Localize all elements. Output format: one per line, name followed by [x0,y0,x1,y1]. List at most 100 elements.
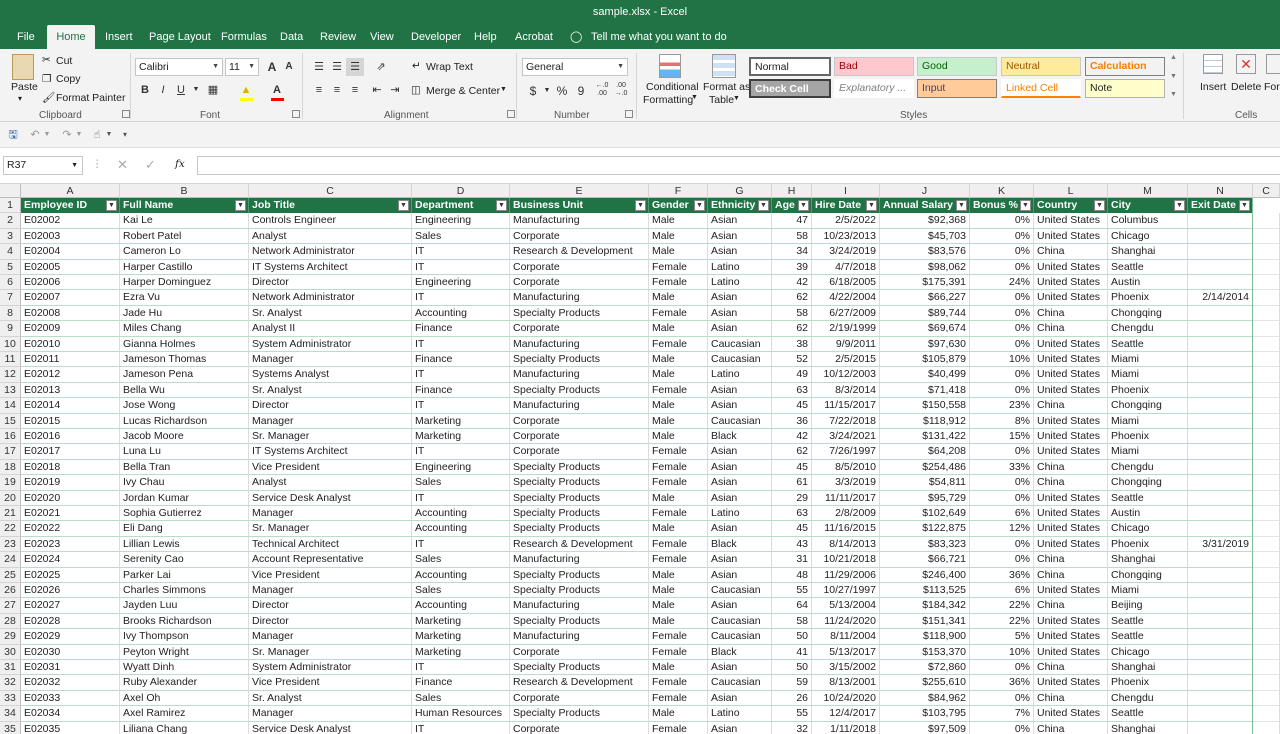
table-cell[interactable]: E02024 [21,552,120,568]
table-cell[interactable]: $66,227 [880,290,970,306]
table-header-cell[interactable]: Business Unit ▼ [510,198,649,214]
table-cell[interactable]: Corporate [510,721,649,734]
row-header[interactable]: 33 [0,690,21,707]
align-right-icon[interactable]: ≡ [346,81,364,99]
table-cell[interactable]: Finance [412,382,510,399]
table-cell[interactable]: Marketing [412,629,510,645]
table-cell[interactable]: E02002 [21,213,120,229]
row-header[interactable]: 9 [0,321,21,337]
table-cell[interactable]: Parker Lai [120,567,249,583]
table-cell[interactable]: 45 [772,398,812,414]
table-cell[interactable]: China [1034,305,1108,322]
table-cell[interactable]: Specialty Products [510,352,649,368]
table-cell[interactable]: Male [649,213,708,229]
empty-cell[interactable] [1253,644,1280,660]
table-cell[interactable]: Asian [708,721,772,734]
row-header[interactable]: 30 [0,644,21,660]
table-cell[interactable] [1188,367,1253,383]
table-cell[interactable]: Human Resources [412,706,510,722]
table-cell[interactable]: Charles Simmons [120,583,249,599]
table-cell[interactable]: Miami [1108,352,1188,368]
table-cell[interactable]: China [1034,244,1108,260]
table-cell[interactable]: Jade Hu [120,305,249,322]
empty-cell[interactable] [1253,429,1280,445]
table-cell[interactable]: Ivy Thompson [120,629,249,645]
column-header-b[interactable]: B [120,184,249,198]
table-cell[interactable]: Manager [249,706,412,722]
table-cell[interactable]: Manufacturing [510,367,649,383]
column-header-g[interactable]: G [708,184,772,198]
table-cell[interactable]: E02014 [21,398,120,414]
table-cell[interactable]: 4/22/2004 [812,290,880,306]
table-cell[interactable]: E02020 [21,490,120,506]
table-cell[interactable]: 3/15/2002 [812,660,880,676]
table-cell[interactable]: Male [649,598,708,614]
table-cell[interactable]: $92,368 [880,213,970,229]
table-cell[interactable]: E02031 [21,660,120,676]
table-cell[interactable]: Asian [708,290,772,306]
empty-cell[interactable] [1253,690,1280,707]
table-cell[interactable]: 23% [970,398,1034,414]
table-cell[interactable]: $84,962 [880,690,970,707]
table-cell[interactable]: Manufacturing [510,290,649,306]
filter-dropdown-icon[interactable]: ▼ [956,200,967,211]
table-cell[interactable]: Technical Architect [249,536,412,553]
table-cell[interactable]: Analyst II [249,321,412,337]
tab-data[interactable]: Data [280,25,303,49]
table-cell[interactable]: Vice President [249,675,412,691]
row-header[interactable]: 2 [0,213,21,229]
table-cell[interactable]: Phoenix [1108,382,1188,399]
table-cell[interactable]: Research & Development [510,675,649,691]
table-cell[interactable]: Chengdu [1108,690,1188,707]
table-cell[interactable]: E02027 [21,598,120,614]
table-cell[interactable]: Jayden Luu [120,598,249,614]
filter-dropdown-icon[interactable]: ▼ [798,200,809,211]
table-cell[interactable]: Male [649,321,708,337]
table-cell[interactable]: $98,062 [880,259,970,275]
alignment-launcher-icon[interactable] [507,110,515,118]
table-header-cell[interactable]: Country ▼ [1034,198,1108,214]
styles-scroll-up-icon[interactable]: ▲ [1170,54,1177,61]
bold-button[interactable]: B [136,81,154,99]
table-cell[interactable]: 43 [772,536,812,553]
column-header-m[interactable]: M [1108,184,1188,198]
table-cell[interactable]: E02035 [21,721,120,734]
table-cell[interactable]: Sr. Manager [249,429,412,445]
table-cell[interactable]: Accounting [412,305,510,322]
table-cell[interactable]: Asian [708,213,772,229]
table-cell[interactable]: Miles Chang [120,321,249,337]
table-cell[interactable]: Male [649,490,708,506]
table-cell[interactable]: 9/9/2011 [812,336,880,352]
table-header-cell[interactable]: City ▼ [1108,198,1188,214]
table-cell[interactable]: 4/7/2018 [812,259,880,275]
table-cell[interactable]: Male [649,352,708,368]
paste-icon[interactable] [12,54,34,80]
column-header-j[interactable]: J [880,184,970,198]
table-cell[interactable] [1188,690,1253,707]
table-cell[interactable]: Female [649,275,708,291]
table-cell[interactable]: Female [649,644,708,660]
table-cell[interactable]: E02005 [21,259,120,275]
style-check-cell[interactable]: Check Cell [749,79,831,98]
table-cell[interactable]: 39 [772,259,812,275]
table-cell[interactable]: Phoenix [1108,675,1188,691]
table-cell[interactable]: 0% [970,660,1034,676]
empty-cell[interactable] [1253,413,1280,429]
empty-cell[interactable] [1253,490,1280,506]
table-cell[interactable]: Asian [708,475,772,491]
table-cell[interactable]: Luna Lu [120,444,249,460]
table-cell[interactable]: Bella Wu [120,382,249,399]
table-cell[interactable]: Phoenix [1108,290,1188,306]
table-header-cell[interactable]: Exit Date ▼ [1188,198,1253,214]
table-cell[interactable]: E02021 [21,506,120,522]
table-cell[interactable]: United States [1034,352,1108,368]
column-header-d[interactable]: D [412,184,510,198]
table-cell[interactable]: 45 [772,521,812,537]
table-cell[interactable]: IT [412,398,510,414]
table-cell[interactable]: 62 [772,290,812,306]
table-cell[interactable] [1188,675,1253,691]
copy-button[interactable]: Copy [56,73,81,85]
number-format-combo[interactable]: General ▼ [522,58,628,76]
styles-scroll-down-icon[interactable]: ▼ [1170,73,1177,80]
row-header[interactable]: 23 [0,536,21,553]
